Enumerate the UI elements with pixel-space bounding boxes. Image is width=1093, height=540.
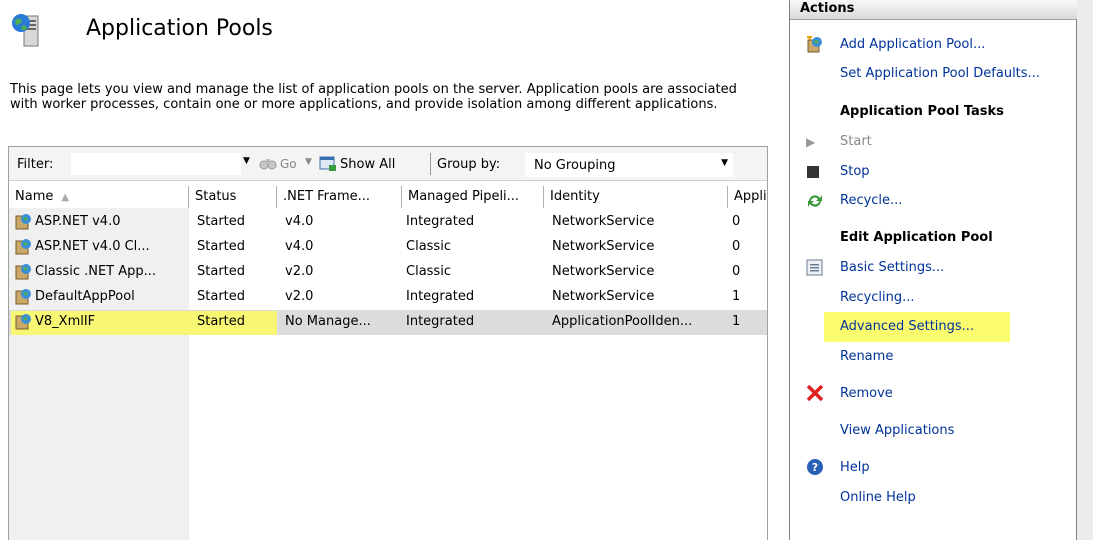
column-header-status[interactable]: Status [189,186,277,208]
app-pool-icon [14,238,32,256]
set-application-pool-defaults-link[interactable]: Set Application Pool Defaults... [840,66,1040,81]
app-pool-icon [14,313,32,331]
column-header-name[interactable]: Name ▲ [9,186,189,208]
cell-identity: NetworkService [552,239,655,254]
cell-applications: 0 [732,264,741,279]
cell-status: Started [197,289,246,304]
cell-net-framework: v4.0 [285,239,314,254]
cell-pipeline: Integrated [406,314,475,329]
add-application-pool-icon [806,35,824,54]
cell-pipeline: Classic [406,264,451,279]
chevron-down-icon[interactable]: ▼ [721,158,728,168]
application-pool-tasks-heading: Application Pool Tasks [840,104,1004,119]
sort-ascending-icon: ▲ [61,192,70,203]
cell-name: DefaultAppPool [35,289,135,304]
stop-link[interactable]: Stop [840,164,870,179]
filter-dropdown-icon[interactable]: ▼ [243,156,250,166]
remove-icon [806,384,824,402]
edit-application-pool-heading: Edit Application Pool [840,230,993,245]
help-link[interactable]: Help [840,460,870,475]
table-row-selected[interactable]: V8_XmlIF Started No Manage... Integrated… [9,310,767,335]
cell-identity: NetworkService [552,289,655,304]
application-pools-icon [10,12,44,48]
cell-identity: NetworkService [552,214,655,229]
filter-label: Filter: [17,157,54,172]
cell-identity: ApplicationPoolIden... [552,314,693,329]
table-row[interactable]: Classic .NET App... Started v2.0 Classic… [9,260,767,285]
app-pool-icon [14,263,32,281]
cell-status: Started [197,214,246,229]
page-title: Application Pools [86,16,273,41]
help-icon: ? [806,458,824,476]
show-all-button[interactable]: Show All [340,157,395,172]
app-pool-icon [14,213,32,231]
cell-pipeline: Integrated [406,214,475,229]
actions-header: Actions [790,0,1077,20]
toolbar-separator [430,153,431,175]
advanced-settings-link[interactable]: Advanced Settings... [840,319,974,334]
recycle-link[interactable]: Recycle... [840,193,902,208]
go-binoculars-icon[interactable] [259,155,277,171]
stop-icon [806,165,824,183]
group-by-label: Group by: [437,157,501,172]
cell-status: Started [197,314,246,329]
group-by-value: No Grouping [534,158,616,173]
cell-name: ASP.NET v4.0 [35,214,121,229]
basic-settings-icon [806,259,824,277]
actions-panel: Actions Add Application Pool... Set Appl… [790,0,1077,540]
cell-applications: 0 [732,214,741,229]
grid-header: Name ▲ Status .NET Frame... Managed Pipel… [9,186,767,208]
basic-settings-link[interactable]: Basic Settings... [840,260,944,275]
cell-status: Started [197,264,246,279]
remove-link[interactable]: Remove [840,386,893,401]
cell-name: V8_XmlIF [35,314,96,329]
cell-status: Started [197,239,246,254]
cell-identity: NetworkService [552,264,655,279]
go-dropdown-icon[interactable]: ▼ [305,157,312,167]
cell-applications: 1 [732,314,741,329]
go-button[interactable]: Go [280,157,297,171]
column-header-net-framework[interactable]: .NET Frame... [277,186,402,208]
view-applications-link[interactable]: View Applications [840,423,954,438]
column-header-applications[interactable]: Appli [728,186,767,208]
recycle-icon [806,192,824,210]
filter-input[interactable] [71,153,241,175]
rename-link[interactable]: Rename [840,349,893,364]
cell-net-framework: v4.0 [285,214,314,229]
group-by-select[interactable]: No Grouping ▼ [525,153,733,177]
actions-pane: Actions Add Application Pool... Set Appl… [789,0,1093,540]
table-row[interactable]: ASP.NET v4.0 Started v4.0 Integrated Net… [9,210,767,235]
column-header-managed-pipeline[interactable]: Managed Pipeli... [402,186,544,208]
app-pool-icon [14,288,32,306]
cell-applications: 0 [732,239,741,254]
show-all-icon[interactable] [319,155,337,172]
filter-toolbar: Filter: ▼ Go ▼ Show All Group by: No Gro… [9,147,767,181]
table-row[interactable]: ASP.NET v4.0 Cl... Started v4.0 Classic … [9,235,767,260]
cell-net-framework: v2.0 [285,289,314,304]
svg-text:?: ? [812,461,818,474]
page-description: This page lets you view and manage the l… [10,82,737,112]
cell-net-framework: v2.0 [285,264,314,279]
add-application-pool-link[interactable]: Add Application Pool... [840,37,985,52]
recycling-link[interactable]: Recycling... [840,290,915,305]
column-header-identity[interactable]: Identity [544,186,728,208]
cell-net-framework: No Manage... [285,314,371,329]
start-icon: ▶ [806,135,816,149]
cell-pipeline: Classic [406,239,451,254]
cell-name: ASP.NET v4.0 Cl... [35,239,150,254]
online-help-link[interactable]: Online Help [840,490,916,505]
table-row[interactable]: DefaultAppPool Started v2.0 Integrated N… [9,285,767,310]
cell-applications: 1 [732,289,741,304]
start-link[interactable]: Start [840,134,872,149]
cell-name: Classic .NET App... [35,264,157,279]
cell-pipeline: Integrated [406,289,475,304]
application-pools-list-panel: Filter: ▼ Go ▼ Show All Group by: No Gro… [8,146,768,540]
